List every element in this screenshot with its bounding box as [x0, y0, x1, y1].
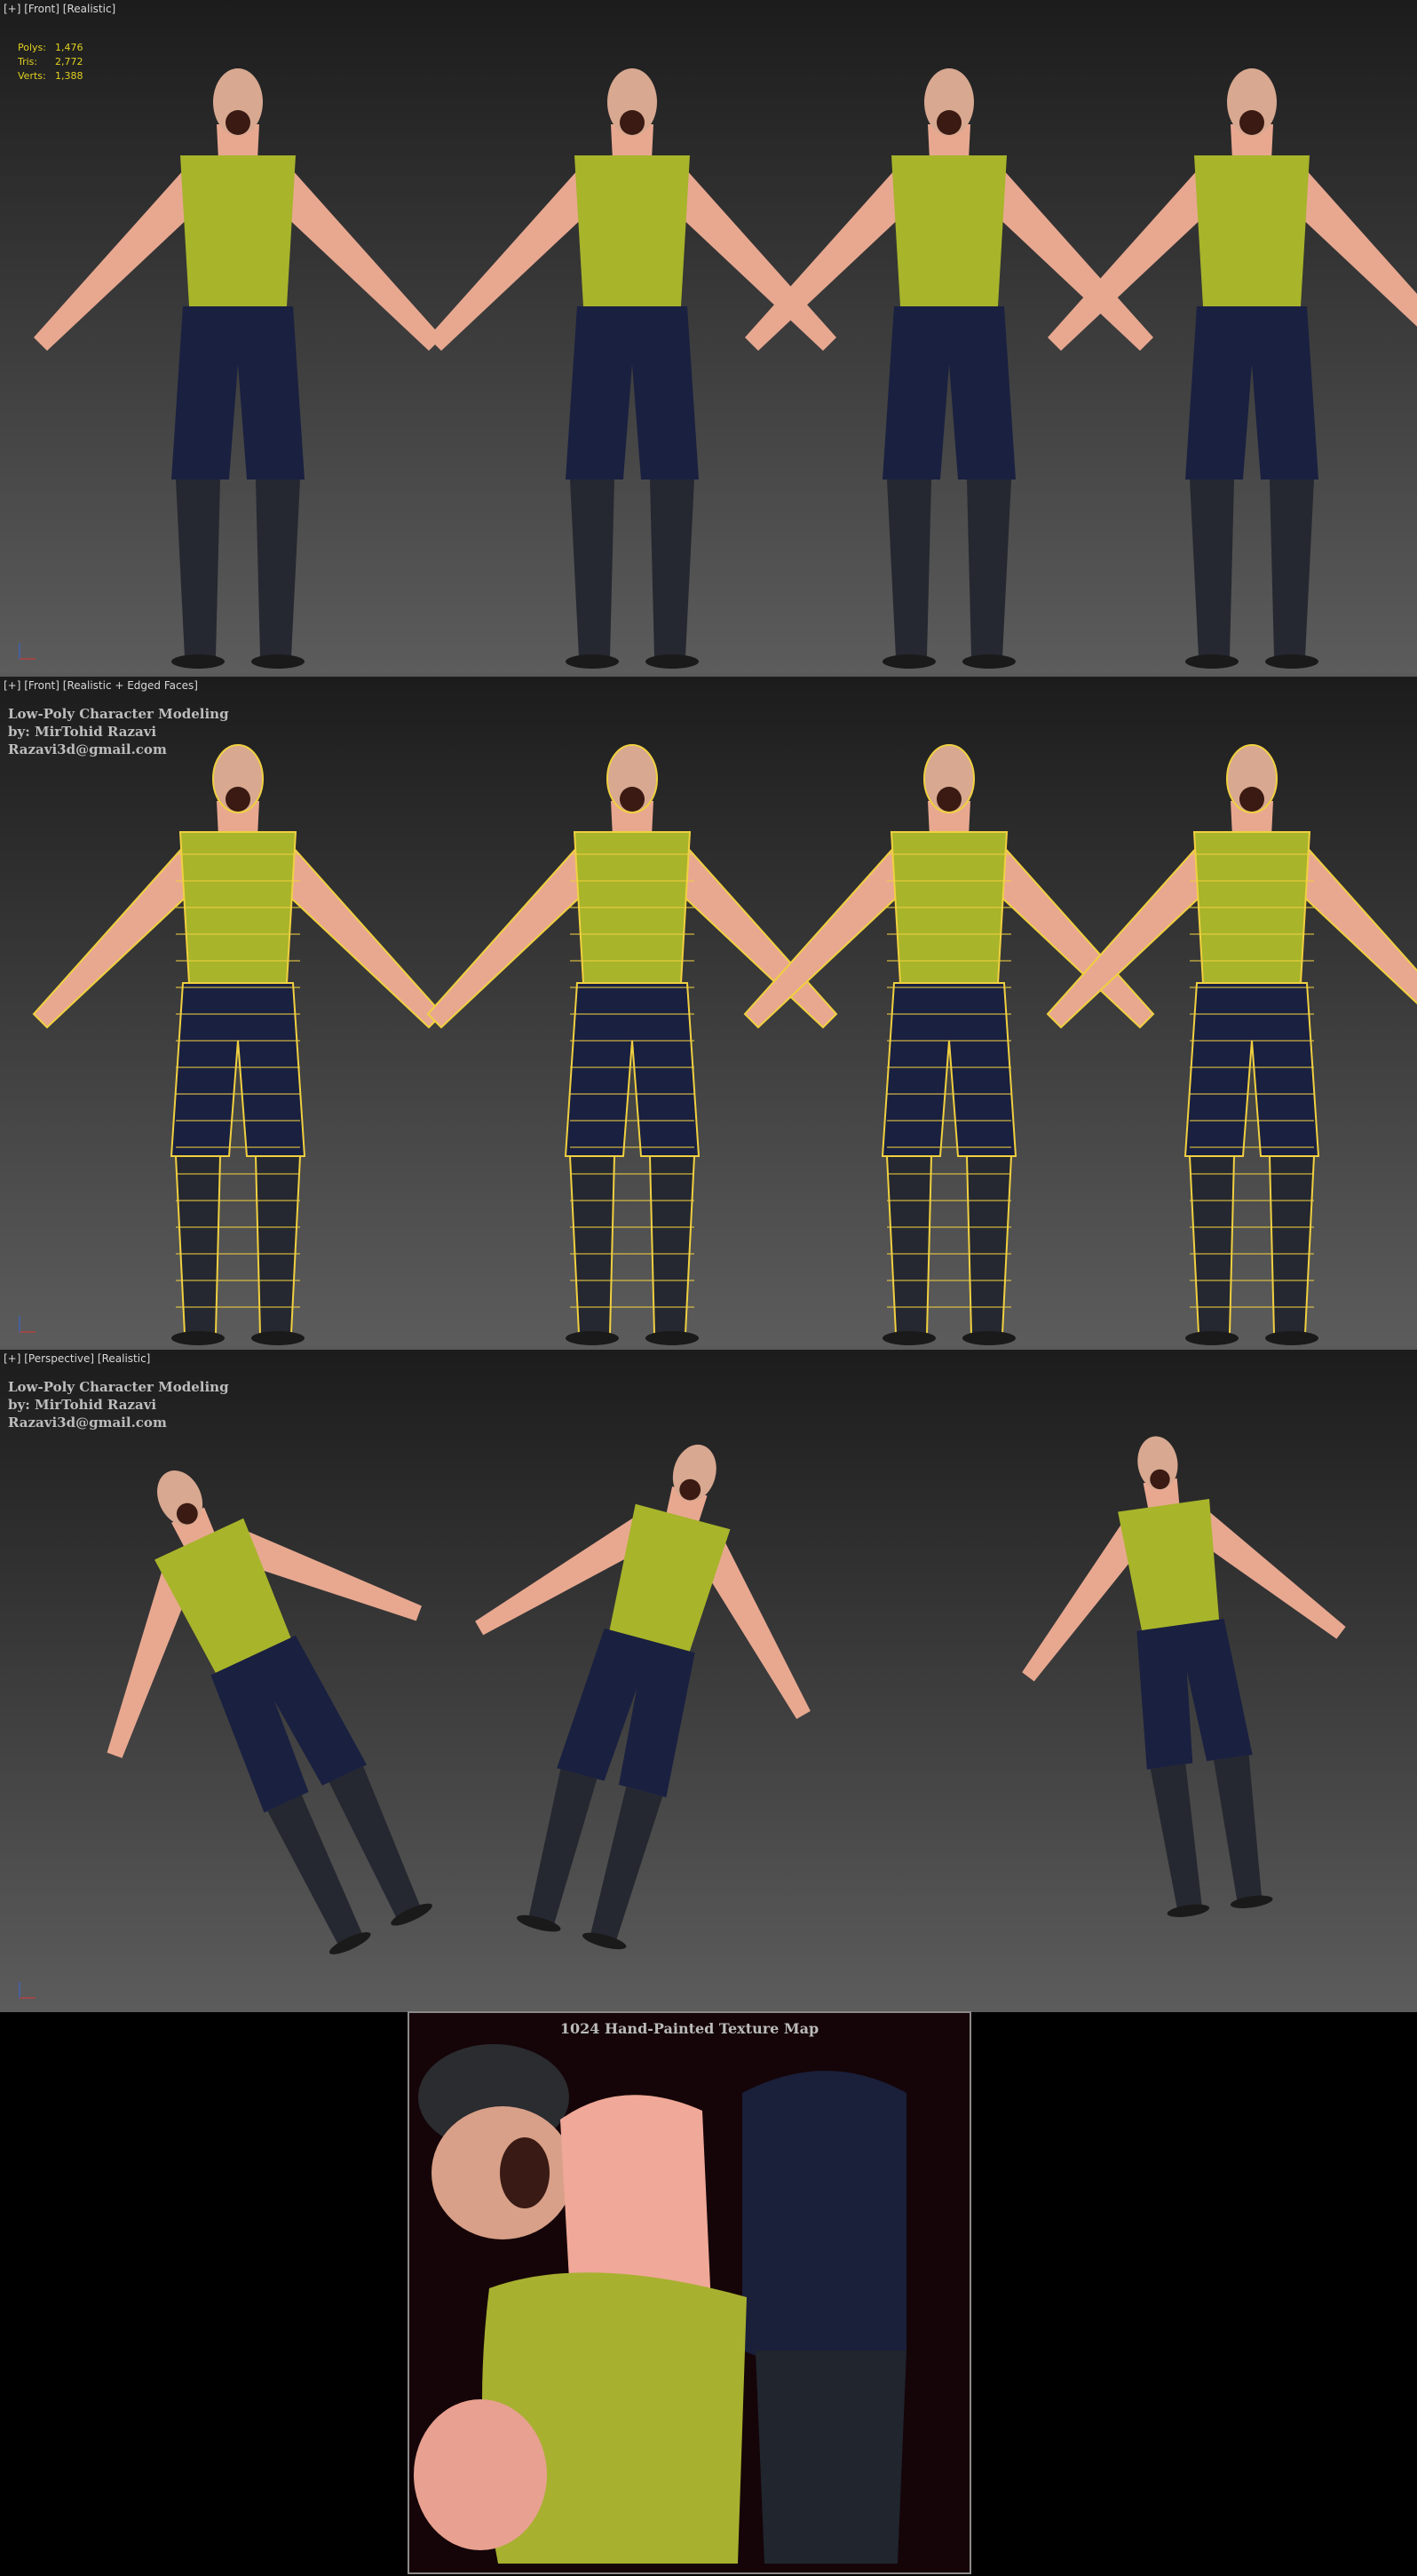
character-model [1046, 744, 1417, 1345]
character-perspective-row [107, 1436, 1346, 1954]
viewport-perspective[interactable]: [+] [Perspective] [Realistic] Low-Poly C… [0, 1350, 1417, 2012]
character-model [1022, 1436, 1346, 1917]
character-model [1048, 68, 1417, 669]
character-model [34, 68, 442, 669]
character-model [426, 744, 838, 1345]
character-model [475, 1444, 811, 1950]
axis-gizmo-icon [19, 643, 36, 660]
axis-gizmo-icon [19, 1982, 36, 1999]
texture-title: 1024 Hand-Painted Texture Map [559, 2020, 819, 2037]
viewport-front-edged-faces[interactable]: [+] [Front] [Realistic + Edged Faces] Lo… [0, 677, 1417, 1346]
character-models-row [34, 68, 1417, 669]
axis-gizmo-icon [19, 1316, 36, 1333]
character-model [743, 744, 1155, 1345]
viewport-front-realistic[interactable]: [+] [Front] [Realistic] Polys: 1,476 Tris… [0, 0, 1417, 673]
character-model [745, 68, 1153, 669]
character-model [428, 68, 836, 669]
texture-atlas-image [414, 2044, 906, 2564]
character-model [107, 1470, 432, 1954]
character-wireframe-row [32, 744, 1417, 1345]
texture-map-panel: 1024 Hand-Painted Texture Map [408, 2011, 971, 2574]
character-model [32, 744, 444, 1345]
